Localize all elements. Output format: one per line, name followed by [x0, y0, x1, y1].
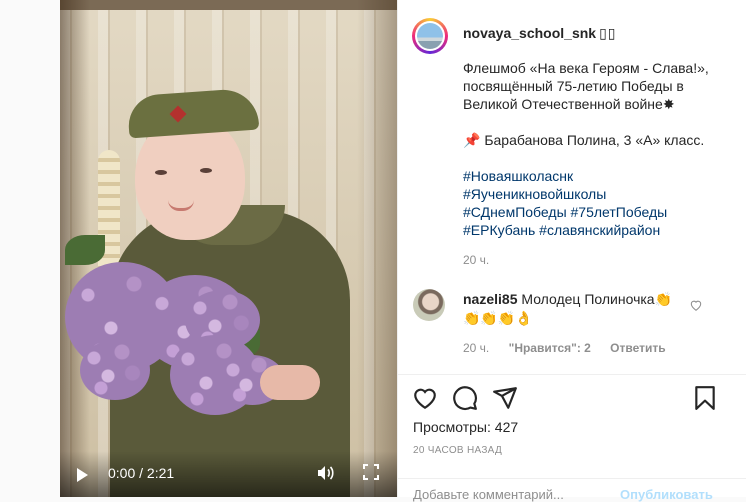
comment-input[interactable]: Добавьте комментарий...: [413, 487, 564, 502]
video-player[interactable]: 0:00 / 2:21: [60, 0, 397, 497]
volume-icon[interactable]: [316, 464, 334, 482]
divider: [397, 478, 746, 479]
comment-icon[interactable]: [452, 385, 478, 411]
avatar[interactable]: [412, 18, 448, 54]
post-caption: Флешмоб «На века Героям - Слава!», посвя…: [463, 59, 733, 239]
lilac-flowers: [80, 340, 150, 400]
heart-icon[interactable]: [412, 385, 438, 411]
video-frame-top: [60, 0, 397, 10]
hashtag-line[interactable]: #Яученикновойшколы: [463, 185, 733, 203]
username-emoji: ▯▯: [599, 25, 617, 41]
comment-like-heart-icon[interactable]: [689, 298, 703, 312]
comment-body-line: 👏👏👏👌: [463, 310, 533, 326]
caption-line: Флешмоб «На века Героям - Слава!»,: [463, 60, 709, 76]
video-shadow-right: [357, 0, 397, 497]
views-number: 427: [494, 419, 519, 435]
page-background: [0, 0, 60, 497]
hashtag-line[interactable]: #Новаяшколаснк: [463, 167, 733, 185]
lilac-leaf: [65, 235, 105, 265]
caption-line: посвящённый 75-летию Победы в: [463, 78, 684, 94]
comment-likes[interactable]: "Нравится": 2: [509, 341, 591, 355]
fullscreen-icon[interactable]: [363, 464, 379, 480]
divider: [397, 374, 746, 375]
views-label: Просмотры:: [413, 419, 491, 435]
play-icon[interactable]: [77, 468, 88, 482]
bookmark-icon[interactable]: [692, 385, 718, 411]
post-username[interactable]: novaya_school_snk ▯▯: [463, 25, 616, 42]
eye-left: [155, 170, 167, 175]
comment-body-line: Молодец Полиночка👏: [521, 291, 673, 307]
comment-username[interactable]: nazeli85: [463, 291, 517, 307]
comment-text: nazeli85 Молодец Полиночка👏 👏👏👏👌: [463, 290, 673, 328]
video-controls: 0:00 / 2:21: [60, 451, 397, 497]
caption-author-line: 📌 Барабанова Полина, 3 «А» класс.: [463, 132, 705, 148]
hashtag-line[interactable]: #ЕРКубань #славянскийрайон: [463, 221, 733, 239]
post-username-text[interactable]: novaya_school_snk: [463, 25, 596, 41]
share-icon[interactable]: [492, 385, 518, 411]
post-timestamp[interactable]: 20 ч.: [463, 253, 489, 267]
views-count[interactable]: Просмотры: 427: [413, 419, 518, 435]
eye-right: [200, 168, 212, 173]
comment-avatar[interactable]: [413, 289, 445, 321]
reply-button[interactable]: Ответить: [610, 341, 665, 355]
comment-time[interactable]: 20 ч.: [463, 341, 489, 355]
hashtag-line[interactable]: #СДнемПобеды #75летПобеды: [463, 203, 733, 221]
publish-button[interactable]: Опубликовать: [620, 487, 713, 502]
comment-meta: 20 ч. "Нравится": 2 Ответить: [463, 341, 682, 355]
video-time: 0:00 / 2:21: [108, 465, 175, 481]
avatar-image: [417, 23, 443, 49]
caption-line: Великой Отечественной войне✸: [463, 96, 675, 112]
post-age[interactable]: 20 ЧАСОВ НАЗАД: [413, 445, 502, 456]
girl-hand: [260, 365, 320, 400]
